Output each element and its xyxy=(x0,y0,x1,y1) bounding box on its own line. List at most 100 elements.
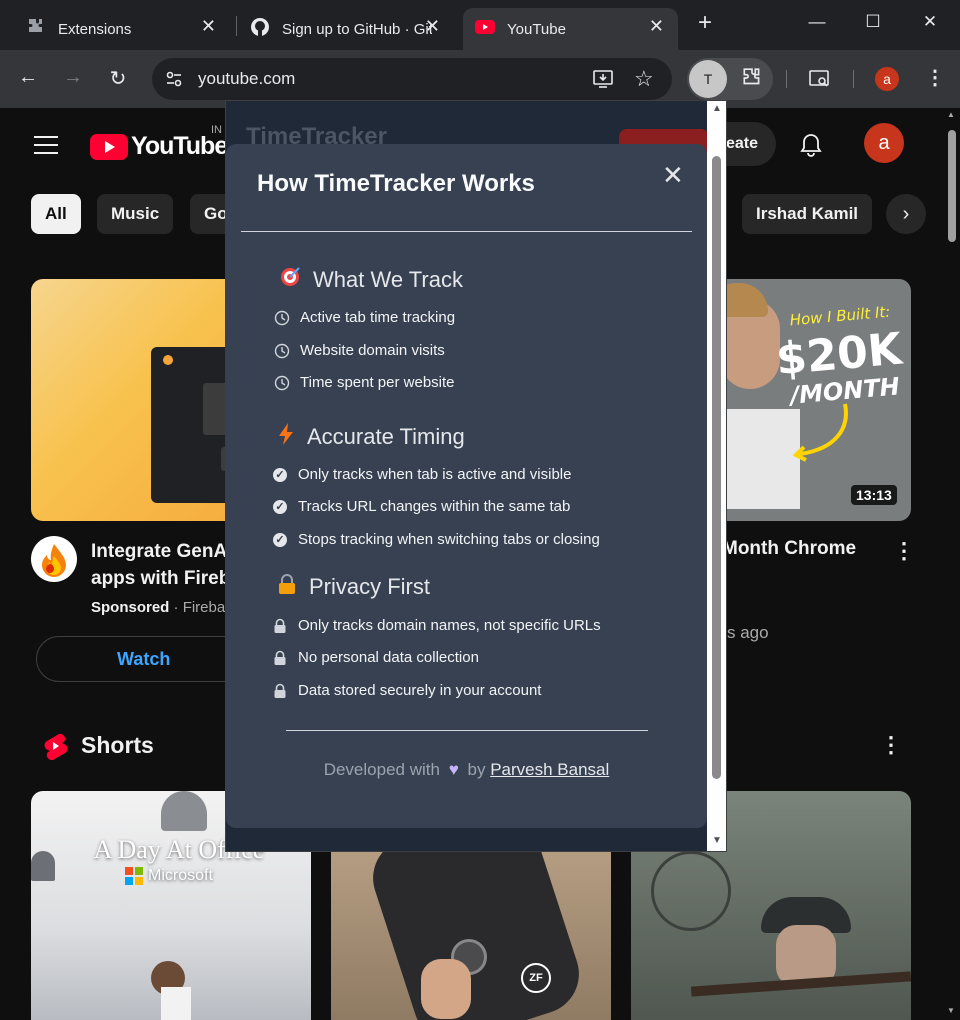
menu-kebab-icon[interactable]: ⋮ xyxy=(925,65,945,90)
popup-scrollbar[interactable]: ▲ ▼ xyxy=(707,101,726,851)
browser-tab-strip: Extensions ✕ Sign up to GitHub · GitHub … xyxy=(0,0,960,50)
close-tab-icon[interactable]: ✕ xyxy=(649,16,664,37)
new-tab-button[interactable]: + xyxy=(690,9,720,37)
maximize-button[interactable]: ☐ xyxy=(858,12,888,32)
list-item: ✓ Stops tracking when switching tabs or c… xyxy=(272,531,600,548)
list-item: ✓ Only tracks when tab is active and visi… xyxy=(272,466,571,483)
back-button[interactable]: ← xyxy=(16,66,40,89)
scroll-down-icon[interactable]: ▼ xyxy=(712,835,722,846)
modal-title: How TimeTracker Works xyxy=(257,170,535,197)
firebase-channel-avatar[interactable] xyxy=(31,536,77,582)
list-item-text: Only tracks domain names, not specific U… xyxy=(298,617,601,634)
footer-by: by xyxy=(467,760,486,779)
section-title: Accurate Timing xyxy=(307,424,465,449)
scrollbar-thumb[interactable] xyxy=(948,130,956,242)
list-item: Active tab time tracking xyxy=(274,309,455,326)
video-thumbnail-chrome[interactable]: How I Built It: $20K /MONTH 13:13 xyxy=(700,279,911,521)
bookmark-star-icon[interactable]: ☆ xyxy=(634,66,654,92)
bell-icon[interactable] xyxy=(798,132,824,163)
toolbar-divider xyxy=(853,70,854,88)
close-tab-icon[interactable]: ✕ xyxy=(201,16,216,37)
video-title[interactable]: Integrate GenAI apps with Fireba xyxy=(91,538,241,592)
youtube-logo[interactable]: YouTube xyxy=(90,132,228,161)
lightning-icon xyxy=(277,422,295,452)
profile-avatar[interactable]: a xyxy=(875,67,899,91)
section-title: Privacy First xyxy=(309,574,430,599)
ceiling-lamp xyxy=(31,851,55,881)
footer-divider xyxy=(286,730,648,731)
hamburger-menu-icon[interactable] xyxy=(34,136,58,154)
video-age: s ago xyxy=(727,623,769,642)
author-link[interactable]: Parvesh Bansal xyxy=(490,760,609,779)
puzzle-icon xyxy=(26,17,46,41)
tab-title: YouTube xyxy=(507,20,566,38)
minimize-button[interactable]: — xyxy=(802,12,832,32)
lock-icon xyxy=(272,618,288,634)
person-body xyxy=(161,987,191,1020)
section-privacy-first: Privacy First xyxy=(277,573,430,601)
tab-extensions[interactable]: Extensions ✕ xyxy=(8,8,230,50)
scroll-up-icon[interactable]: ▲ xyxy=(947,110,955,119)
tab-title: Extensions xyxy=(58,20,132,38)
lock-icon xyxy=(272,650,288,666)
chip-all[interactable]: All xyxy=(31,194,81,234)
sponsored-label: Sponsored xyxy=(91,599,170,616)
tab-github[interactable]: Sign up to GitHub · GitHub ✕ xyxy=(240,8,454,50)
scroll-up-icon[interactable]: ▲ xyxy=(712,103,722,114)
microsoft-icon xyxy=(125,867,143,885)
list-item-text: Active tab time tracking xyxy=(300,309,456,326)
title-divider xyxy=(241,231,692,232)
video-title[interactable]: Month Chrome xyxy=(722,538,856,560)
puzzle-icon[interactable] xyxy=(741,67,763,94)
list-item-text: Stops tracking when switching tabs or cl… xyxy=(298,531,600,548)
section-accurate-timing: Accurate Timing xyxy=(277,422,465,452)
cart-wheel xyxy=(651,851,731,931)
lock-icon xyxy=(272,683,288,699)
install-app-icon[interactable] xyxy=(592,68,614,95)
timetracker-popup: TimeTracker How TimeTracker Works ✕ What… xyxy=(225,100,727,852)
target-icon xyxy=(279,266,301,294)
tab-divider xyxy=(236,16,237,36)
list-item: ✓ Tracks URL changes within the same tab xyxy=(272,498,570,515)
reload-button[interactable]: ↻ xyxy=(106,66,130,91)
url-text: youtube.com xyxy=(198,69,296,88)
address-bar[interactable]: youtube.com ☆ xyxy=(152,58,672,100)
video-duration: 13:13 xyxy=(851,485,897,505)
microsoft-logo: Microsoft xyxy=(125,867,213,885)
section-title: What We Track xyxy=(313,267,463,292)
check-circle-icon: ✓ xyxy=(272,499,288,515)
firebase-mini-icon xyxy=(163,355,173,365)
shorts-more-icon[interactable]: ⋮ xyxy=(880,732,902,758)
list-item: No personal data collection xyxy=(272,649,479,666)
list-item: Data stored securely in your account xyxy=(272,682,541,699)
check-circle-icon: ✓ xyxy=(272,532,288,548)
forward-button[interactable]: → xyxy=(61,66,85,89)
scroll-down-icon[interactable]: ▼ xyxy=(947,1006,955,1015)
list-item-text: Time spent per website xyxy=(300,374,455,391)
clock-icon xyxy=(274,375,290,391)
video-more-icon[interactable]: ⋮ xyxy=(893,538,915,564)
hand xyxy=(421,959,471,1019)
close-tab-icon[interactable]: ✕ xyxy=(425,16,440,37)
chip-music[interactable]: Music xyxy=(97,194,174,234)
scrollbar-thumb[interactable] xyxy=(712,156,721,779)
list-item-text: Website domain visits xyxy=(300,342,445,359)
chevron-right-icon[interactable]: › xyxy=(886,194,926,234)
video-meta: Sponsored · Fireba xyxy=(91,599,226,616)
close-modal-button[interactable]: ✕ xyxy=(662,160,684,191)
ceiling-lamp xyxy=(161,791,207,831)
github-icon xyxy=(250,17,270,41)
close-window-button[interactable]: ✕ xyxy=(915,12,945,32)
section-what-we-track: What We Track xyxy=(279,266,463,294)
tab-youtube[interactable]: YouTube ✕ xyxy=(463,8,678,50)
search-tabs-icon[interactable] xyxy=(808,68,832,95)
footer-prefix: Developed with xyxy=(323,760,440,779)
site-settings-icon[interactable] xyxy=(164,69,184,94)
chip-irshad-kamil[interactable]: Irshad Kamil xyxy=(742,194,873,234)
user-avatar[interactable]: a xyxy=(864,123,904,163)
check-circle-icon: ✓ xyxy=(272,467,288,483)
page-scrollbar[interactable]: ▲ ▼ xyxy=(944,108,960,1020)
channel-name[interactable]: Fireba xyxy=(183,599,226,616)
list-item: Website domain visits xyxy=(274,342,445,359)
timetracker-extension-button[interactable]: T xyxy=(689,60,727,98)
